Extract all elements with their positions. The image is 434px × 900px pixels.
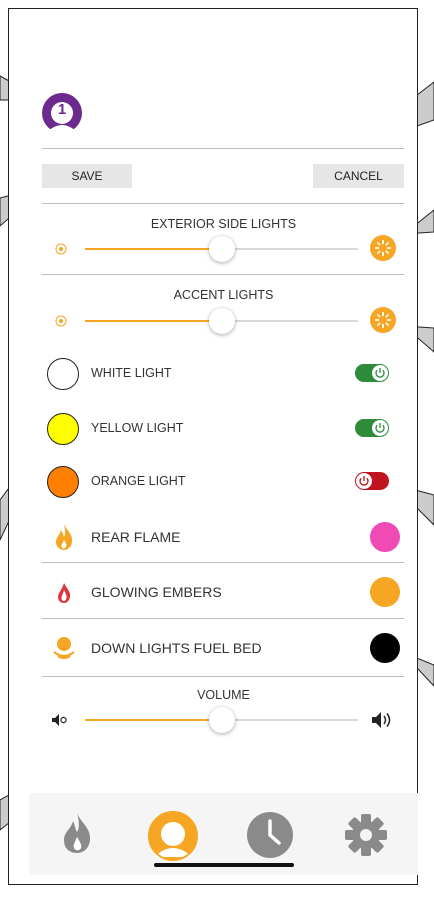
divider: [42, 562, 404, 563]
tab-clock[interactable]: [246, 811, 294, 864]
white-light-label: WHITE LIGHT: [91, 366, 172, 380]
exterior-lights-slider[interactable]: [85, 236, 358, 262]
volume-high-icon: [371, 711, 393, 734]
tab-settings[interactable]: [344, 813, 388, 862]
divider: [42, 203, 404, 204]
brightness-low-icon: [55, 242, 67, 260]
downlight-icon: [51, 635, 77, 666]
glowing-embers-row: GLOWING EMBERS: [29, 573, 418, 611]
clock-icon: [247, 812, 293, 858]
yellow-light-row: YELLOW LIGHT: [29, 410, 418, 446]
flame-icon: [64, 813, 91, 853]
brightness-high-icon: [369, 234, 397, 267]
glowing-embers-label: GLOWING EMBERS: [91, 584, 222, 600]
tab-user[interactable]: [148, 811, 198, 866]
down-lights-color-button[interactable]: [370, 633, 400, 663]
divider: [42, 148, 404, 149]
rear-flame-color-button[interactable]: [370, 522, 400, 552]
yellow-light-toggle[interactable]: [355, 419, 389, 437]
flame-icon: [53, 523, 75, 556]
home-indicator[interactable]: [154, 863, 294, 867]
volume-low-icon: [51, 713, 69, 732]
settings-screen: 1 SAVE CANCEL EXTERIOR SIDE LIGHTS ACCEN…: [29, 0, 418, 900]
power-icon: [372, 365, 388, 381]
divider: [42, 618, 404, 619]
orange-light-row: ORANGE LIGHT: [29, 463, 418, 499]
accent-lights-slider-thumb[interactable]: [209, 308, 235, 334]
white-light-toggle[interactable]: [355, 364, 389, 382]
rear-flame-row: REAR FLAME: [29, 518, 418, 556]
volume-slider-fill: [85, 719, 222, 721]
orange-light-label: ORANGE LIGHT: [91, 474, 186, 488]
accent-lights-slider[interactable]: [85, 308, 358, 334]
down-lights-row: DOWN LIGHTS FUEL BED: [29, 629, 418, 667]
save-button[interactable]: SAVE: [42, 164, 132, 188]
down-lights-label: DOWN LIGHTS FUEL BED: [91, 640, 262, 656]
yellow-light-swatch[interactable]: [47, 413, 79, 445]
glowing-embers-color-button[interactable]: [370, 577, 400, 607]
white-light-swatch[interactable]: [47, 358, 79, 390]
accent-lights-slider-fill: [85, 320, 222, 322]
brightness-low-icon: [55, 314, 67, 332]
divider: [42, 274, 404, 275]
gear-icon: [345, 814, 387, 856]
orange-light-swatch[interactable]: [47, 466, 79, 498]
volume-slider-thumb[interactable]: [209, 707, 235, 733]
yellow-light-label: YELLOW LIGHT: [91, 421, 184, 435]
exterior-lights-slider-thumb[interactable]: [209, 236, 235, 262]
tab-flame[interactable]: [59, 811, 95, 860]
brightness-high-icon: [369, 306, 397, 339]
user-icon: [148, 811, 198, 861]
volume-title: VOLUME: [197, 688, 250, 702]
cancel-button[interactable]: CANCEL: [313, 164, 404, 188]
accent-lights-title: ACCENT LIGHTS: [173, 288, 274, 302]
profile-avatar[interactable]: 1: [42, 93, 82, 133]
ember-icon: [55, 582, 73, 609]
volume-slider[interactable]: [85, 707, 358, 733]
divider: [42, 676, 404, 677]
profile-number: 1: [57, 101, 67, 118]
power-icon: [372, 420, 388, 436]
orange-light-toggle[interactable]: [355, 472, 389, 490]
exterior-lights-slider-fill: [85, 248, 222, 250]
exterior-lights-title: EXTERIOR SIDE LIGHTS: [150, 217, 297, 231]
power-icon: [356, 473, 372, 489]
white-light-row: WHITE LIGHT: [29, 355, 418, 391]
rear-flame-label: REAR FLAME: [91, 529, 181, 545]
